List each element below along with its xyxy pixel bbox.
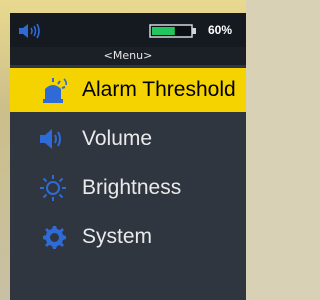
menu-item-alarm-threshold[interactable]: Alarm Threshold: [10, 68, 246, 112]
menu-item-brightness[interactable]: Brightness: [10, 166, 246, 210]
battery-percent: 60%: [208, 23, 233, 37]
alarm-light-icon: [43, 78, 68, 103]
menu-item-system[interactable]: System: [10, 215, 246, 259]
menu-item-volume[interactable]: Volume: [10, 117, 246, 161]
menu-item-label: Alarm Threshold: [82, 78, 236, 101]
battery-level-fill: [152, 27, 175, 35]
status-bar: 60%: [10, 13, 246, 47]
battery-icon: [149, 24, 196, 38]
gear-icon: [43, 226, 66, 249]
sun-brightness-icon: [40, 175, 66, 201]
speaker-volume-icon: [40, 129, 61, 149]
device-screen: 60% <Menu> Alarm Threshold Volume Bright…: [10, 13, 246, 300]
menu-item-label: System: [82, 225, 153, 248]
menu-title: <Menu>: [10, 47, 246, 65]
speaker-volume-icon: [19, 23, 40, 39]
menu-item-label: Volume: [82, 127, 153, 150]
menu-item-label: Brightness: [82, 176, 182, 199]
